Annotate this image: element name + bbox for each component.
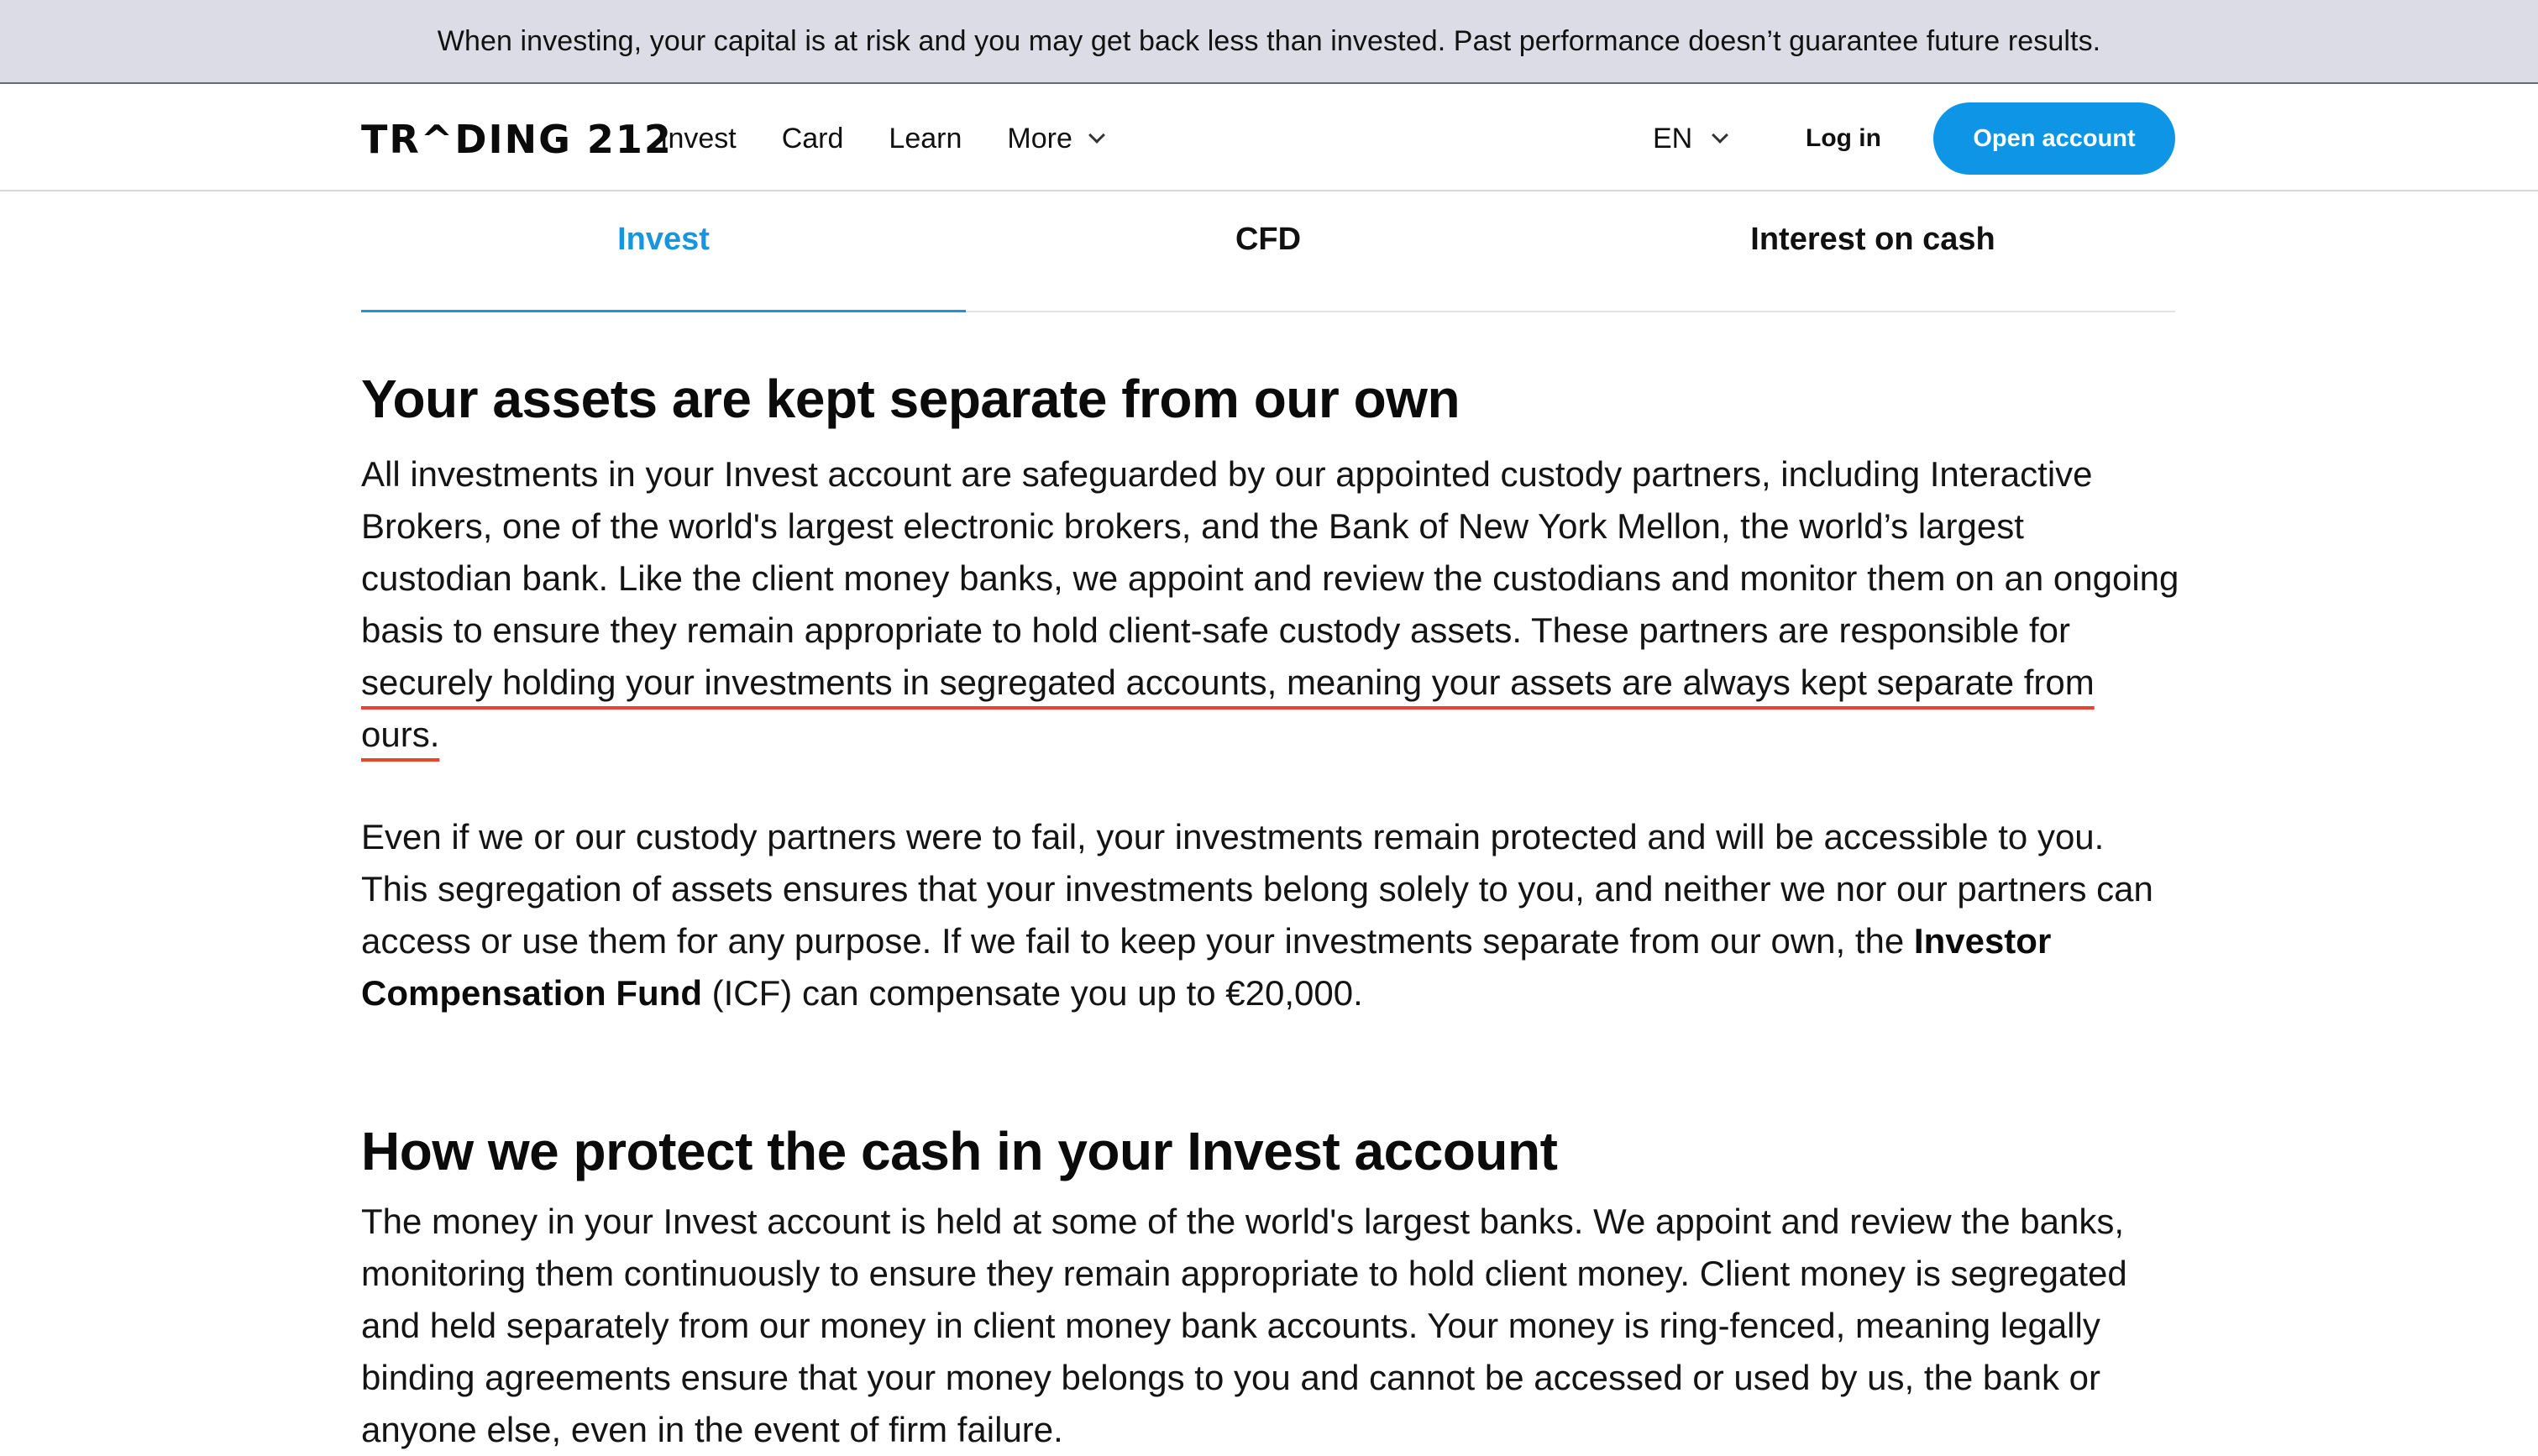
- product-tabs: Invest CFD Interest on cash: [361, 193, 2175, 312]
- assets-paragraph-1: All investments in your Invest account a…: [361, 448, 2179, 761]
- tab-label: Interest on cash: [1750, 222, 1995, 257]
- chevron-down-icon: [1088, 127, 1105, 144]
- tab-label: Invest: [617, 222, 710, 257]
- tab-label: CFD: [1235, 222, 1302, 257]
- nav-item-label: More: [1007, 122, 1072, 155]
- open-account-button[interactable]: Open account: [1933, 102, 2175, 175]
- paragraph-text: Even if we or our custody partners were …: [361, 817, 2153, 961]
- highlighted-text: securely holding your investments in seg…: [361, 663, 2095, 754]
- nav-item-more[interactable]: More: [1007, 122, 1105, 155]
- nav-item-label: Learn: [889, 122, 962, 155]
- risk-warning-text: When investing, your capital is at risk …: [437, 24, 2101, 57]
- nav-item-label: Invest: [660, 122, 737, 155]
- tab-invest[interactable]: Invest: [361, 193, 966, 312]
- paragraph-text: (ICF) can compensate you up to €20,000.: [701, 973, 1363, 1013]
- nav-item-card[interactable]: Card: [782, 123, 844, 155]
- section-heading-protect-cash: How we protect the cash in your Invest a…: [361, 1121, 1558, 1181]
- section-heading-assets-separate: Your assets are kept separate from our o…: [361, 369, 1460, 429]
- tab-interest-on-cash[interactable]: Interest on cash: [1571, 193, 2175, 311]
- tab-cfd[interactable]: CFD: [966, 193, 1571, 311]
- chevron-down-icon: [1712, 127, 1729, 144]
- cash-paragraph-1: The money in your Invest account is held…: [361, 1202, 2127, 1449]
- trading212-logo[interactable]: TR^DING 212: [361, 116, 673, 163]
- language-label: EN: [1653, 122, 1693, 155]
- paragraph-text: All investments in your Invest account a…: [361, 454, 2179, 650]
- language-selector[interactable]: EN: [1653, 86, 1729, 191]
- nav-item-learn[interactable]: Learn: [889, 123, 962, 155]
- nav-item-invest[interactable]: Invest: [660, 123, 737, 155]
- main-content: Your assets are kept separate from our o…: [361, 361, 2179, 1456]
- main-nav: Invest Card Learn More: [660, 86, 1105, 191]
- nav-item-label: Card: [781, 122, 844, 155]
- site-header: TR^DING 212 Invest Card Learn More EN Lo…: [0, 86, 2538, 191]
- assets-paragraph-2: Even if we or our custody partners were …: [361, 811, 2179, 1019]
- login-link[interactable]: Log in: [1806, 86, 1881, 191]
- risk-warning-banner: When investing, your capital is at risk …: [0, 0, 2538, 84]
